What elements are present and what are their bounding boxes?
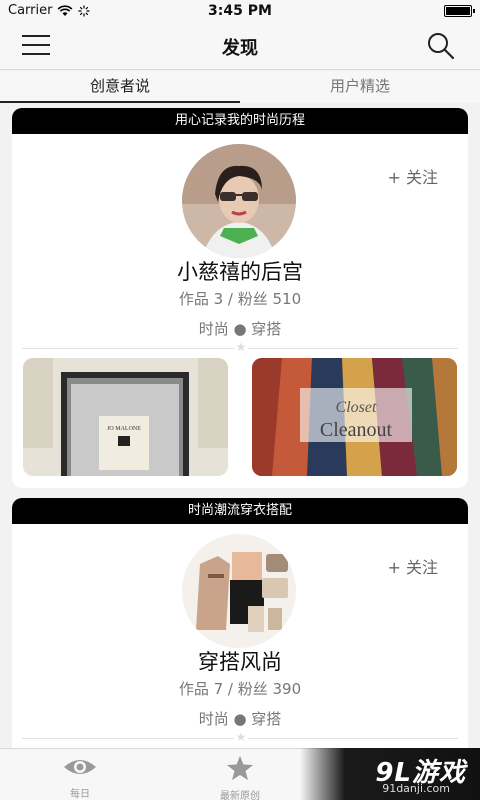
post-thumbnail[interactable]: JO MALONE: [23, 358, 228, 476]
avatar[interactable]: [182, 144, 296, 258]
follow-button[interactable]: + 关注: [388, 554, 439, 578]
card-header: 时尚潮流穿衣搭配: [12, 498, 468, 524]
star-icon: [227, 756, 253, 780]
creator-card[interactable]: 时尚潮流穿衣搭配 + 关注 穿搭风尚 作品 7 / 粉丝 390 时尚 ● 穿搭…: [12, 498, 468, 758]
nav-bar: 发现: [0, 22, 480, 70]
avatar[interactable]: [182, 534, 296, 648]
closet-photo-icon: Closet Cleanout: [252, 358, 457, 476]
watermark: 9L游戏 91danji.com: [300, 748, 480, 800]
tabbar-label: 最新原创: [220, 791, 260, 800]
avatar-photo-icon: [182, 144, 296, 258]
creator-name: 穿搭风尚: [198, 650, 282, 674]
creator-tags: 时尚 ● 穿搭: [198, 320, 282, 338]
candle-photo-icon: JO MALONE: [23, 358, 228, 476]
tabbar-label: 每日: [70, 789, 90, 800]
watermark-url: 91danji.com: [382, 782, 450, 795]
outfit-photo-icon: [182, 534, 296, 648]
creator-tags: 时尚 ● 穿搭: [198, 710, 282, 728]
thumb-text-closet: Closet: [336, 399, 377, 416]
creator-name: 小慈禧的后宫: [177, 260, 303, 284]
tabbar-item-newest[interactable]: 最新原创: [200, 755, 280, 800]
battery-icon: [444, 5, 475, 17]
tab-creators[interactable]: 创意者说: [0, 71, 240, 103]
tabbar-item-daily[interactable]: 每日: [40, 755, 120, 800]
creator-stats: 作品 3 / 粉丝 510: [178, 290, 302, 308]
divider-star-icon: ★: [234, 340, 248, 354]
search-icon: [428, 33, 455, 60]
post-thumbnail[interactable]: Closet Cleanout: [252, 358, 457, 476]
status-bar: Carrier 3:45 PM: [0, 0, 480, 22]
bottom-tab-bar: 每日 最新原创 9L游戏 91danji.com: [0, 748, 480, 800]
follow-button[interactable]: + 关注: [388, 164, 439, 188]
brand-label: JO MALONE: [107, 426, 141, 432]
status-time: 3:45 PM: [208, 3, 272, 19]
thumb-text-cleanout: Cleanout: [320, 419, 393, 441]
divider-star-icon: ★: [234, 730, 248, 744]
creator-card[interactable]: 用心记录我的时尚历程 + 关注 小慈禧的后宫 作品 3 / 粉丝 510 时尚 …: [12, 108, 468, 488]
tab-user-picks[interactable]: 用户精选: [240, 71, 480, 103]
card-header: 用心记录我的时尚历程: [12, 108, 468, 134]
segment-tabs: 创意者说 用户精选: [0, 71, 480, 103]
page-title: 发现: [222, 38, 258, 59]
search-button[interactable]: [426, 31, 456, 61]
creator-stats: 作品 7 / 粉丝 390: [178, 680, 302, 698]
eye-icon: [64, 760, 96, 774]
